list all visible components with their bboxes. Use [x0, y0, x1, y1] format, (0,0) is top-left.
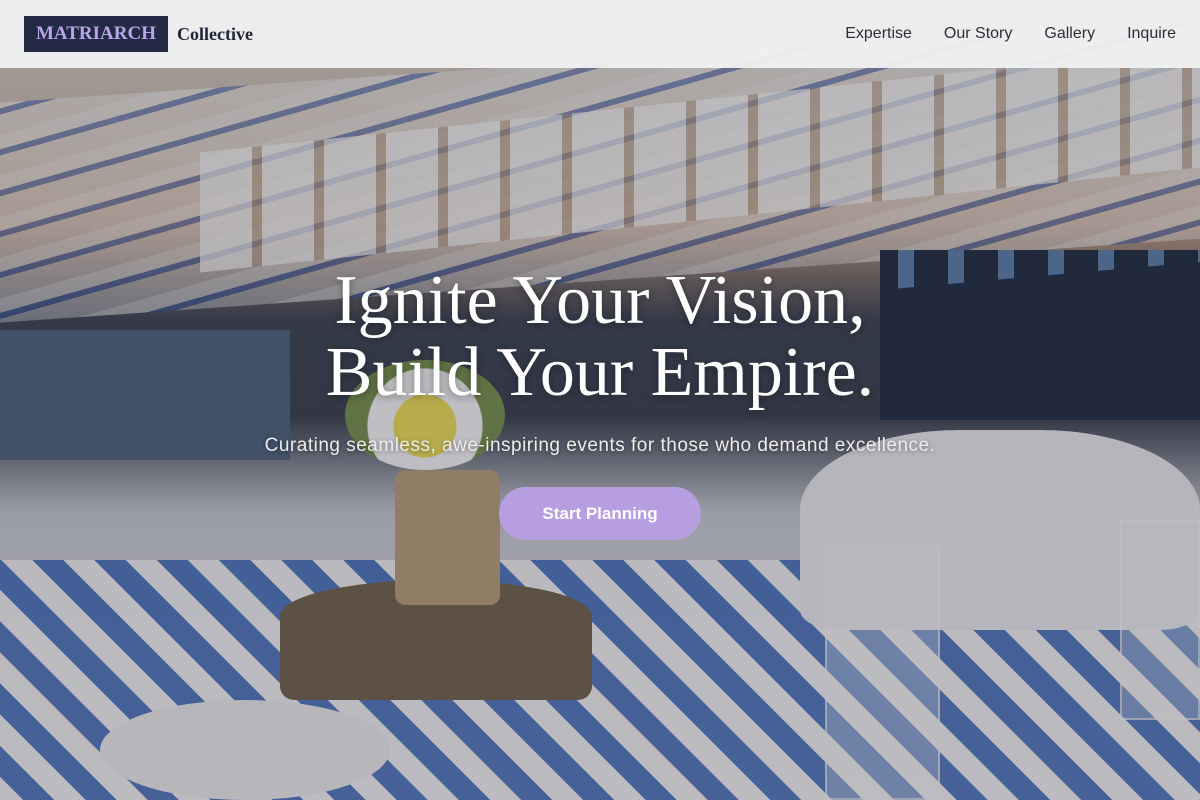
nav-link-expertise[interactable]: Expertise — [845, 25, 912, 43]
nav-link-inquire[interactable]: Inquire — [1127, 25, 1176, 43]
hero-subheadline: Curating seamless, awe-inspiring events … — [264, 435, 936, 456]
main-nav: Expertise Our Story Gallery Inquire — [813, 25, 1176, 43]
start-planning-button[interactable]: Start Planning — [499, 487, 701, 540]
nav-link-gallery[interactable]: Gallery — [1044, 25, 1095, 43]
brand-mark: MATRIARCH — [24, 16, 168, 52]
headline-line-2: Build Your Empire. — [325, 334, 875, 411]
brand-name: Collective — [176, 23, 253, 44]
hero-content: Ignite Your Vision, Build Your Empire. C… — [0, 265, 1200, 540]
site-header: MATRIARCH Collective Expertise Our Story… — [0, 0, 1200, 68]
nav-link-our-story[interactable]: Our Story — [944, 25, 1012, 43]
brand-logo[interactable]: MATRIARCH Collective — [24, 16, 253, 52]
hero-headline: Ignite Your Vision, Build Your Empire. — [0, 265, 1200, 409]
headline-line-1: Ignite Your Vision, — [334, 262, 866, 339]
